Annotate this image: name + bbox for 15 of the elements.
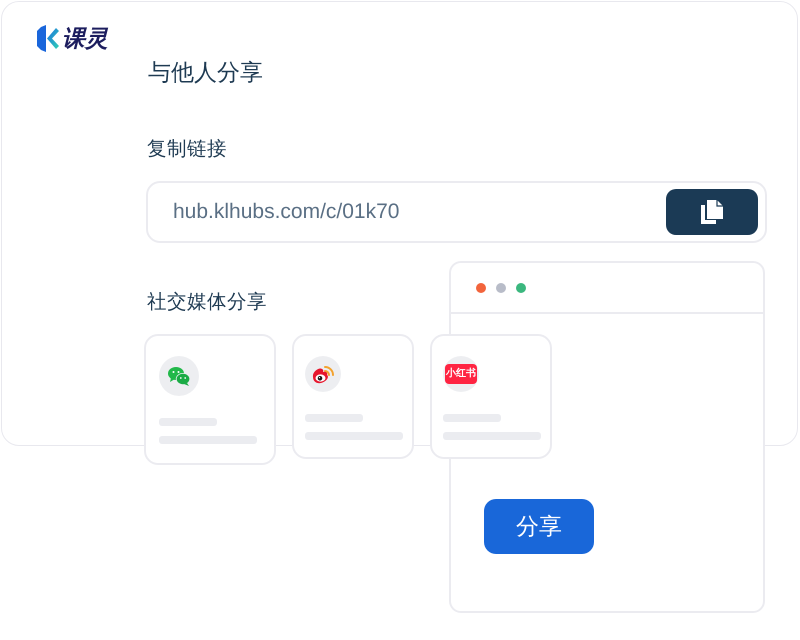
- link-field[interactable]: hub.klhubs.com/c/01k70: [146, 181, 767, 243]
- section-label: 复制链接: [147, 137, 227, 161]
- wechat-icon: [159, 356, 199, 396]
- logo-text: 课灵: [62, 24, 108, 52]
- copy-button[interactable]: [666, 189, 758, 235]
- social-share-card[interactable]: [144, 334, 276, 465]
- dialog-title: 与他人分享: [148, 58, 263, 86]
- brand-logo: 小红书: [445, 364, 477, 384]
- section-label: 社交媒体分享: [147, 290, 267, 314]
- social-share-card[interactable]: [292, 334, 414, 459]
- share-button[interactable]: 分享: [484, 499, 594, 554]
- weibo-icon: [305, 356, 341, 392]
- social-share-card[interactable]: 小红书: [430, 334, 552, 459]
- logo-icon: [37, 24, 59, 52]
- copy-icon: [701, 200, 723, 224]
